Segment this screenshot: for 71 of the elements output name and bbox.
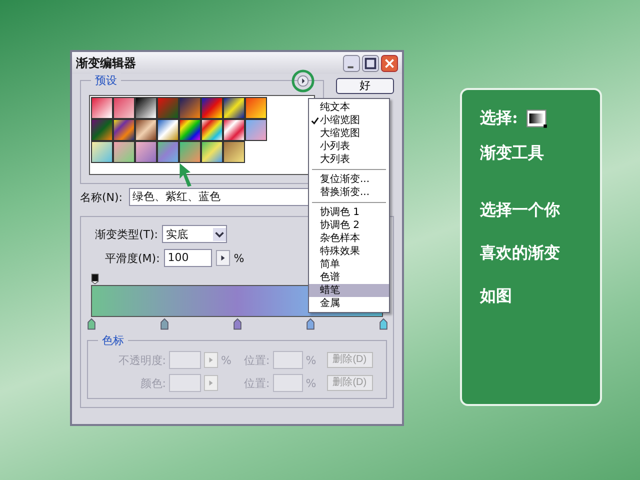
checkmark-icon (310, 116, 318, 124)
smoothness-field[interactable]: 100 (164, 249, 212, 267)
menu-item[interactable]: 小列表 (309, 140, 389, 153)
gradient-swatch[interactable] (135, 141, 157, 163)
gradient-type-dropdown[interactable]: 实底 (162, 225, 228, 243)
gradient-swatch[interactable] (223, 119, 245, 141)
color-stop-icon[interactable] (306, 318, 315, 330)
opacity-stop-icon[interactable] (91, 273, 99, 285)
gradient-swatch[interactable] (135, 119, 157, 141)
menu-item[interactable]: 复位渐变... (309, 173, 389, 186)
gradient-swatch[interactable] (157, 119, 179, 141)
gradient-type-label: 渐变类型(T): (95, 226, 158, 242)
highlight-circle (291, 69, 316, 93)
gradient-swatch[interactable] (179, 119, 201, 141)
gradient-swatch[interactable] (179, 97, 201, 119)
gradient-swatch[interactable] (113, 141, 135, 163)
menu-item[interactable]: 小缩览图 (309, 114, 389, 127)
position-label: 位置: (244, 376, 270, 390)
instruction-text: 喜欢的渐变 (480, 243, 561, 264)
menu-item[interactable]: 协调色 2 (309, 219, 389, 232)
gradient-swatch[interactable] (91, 97, 113, 119)
group-legend: 色标 (98, 333, 128, 348)
menu-item[interactable]: 大列表 (309, 153, 389, 166)
instruction-text: 如图 (480, 286, 513, 307)
menu-item[interactable]: 协调色 1 (309, 206, 389, 219)
gradient-swatch[interactable] (245, 97, 267, 119)
gradient-swatch[interactable] (157, 97, 179, 119)
gradient-swatch[interactable] (201, 141, 223, 163)
close-icon[interactable] (381, 54, 398, 72)
unit-label: % (221, 354, 232, 366)
gradient-swatch[interactable] (223, 97, 245, 119)
instruction-text: 选择一个你 (480, 200, 561, 221)
menu-item[interactable]: 杂色样本 (309, 232, 389, 245)
menu-item[interactable]: 纯文本 (309, 101, 389, 114)
menu-item[interactable]: 金属 (309, 297, 389, 310)
menu-item[interactable]: 色谱 (309, 271, 389, 284)
gradient-tool-icon (526, 108, 548, 128)
gradient-swatch[interactable] (157, 141, 179, 163)
color-stop-icon[interactable] (87, 318, 96, 330)
ok-button[interactable]: 好 (336, 78, 394, 94)
gradient-swatch[interactable] (113, 97, 135, 119)
gradient-swatch[interactable] (135, 97, 157, 119)
menu-item[interactable]: 大缩览图 (309, 127, 389, 140)
unit-label: % (306, 376, 318, 390)
instruction-text: 渐变工具 (480, 143, 545, 164)
gradient-swatch[interactable] (201, 97, 223, 119)
maximize-icon[interactable] (362, 54, 379, 72)
name-label: 名称(N): (80, 190, 123, 204)
menu-item[interactable]: 简单 (309, 258, 389, 271)
stop-property-label: 颜色: (139, 376, 166, 390)
window-title: 渐变编辑器 (76, 54, 136, 72)
gradient-swatch[interactable] (91, 119, 113, 141)
unit-label: % (306, 354, 318, 366)
instruction-text: 选择: (480, 108, 518, 129)
position-label: 位置: (244, 352, 270, 368)
gradient-swatch[interactable] (91, 141, 113, 163)
minimize-icon[interactable] (343, 54, 360, 72)
smoothness-label: 平滑度(M): (105, 250, 160, 266)
gradient-swatch[interactable] (245, 119, 267, 141)
menu-item[interactable]: 蜡笔 (309, 284, 389, 297)
gradient-swatch[interactable] (201, 119, 223, 141)
gradient-swatch[interactable] (179, 141, 201, 163)
menu-item[interactable]: 特殊效果 (309, 245, 389, 258)
color-stop-icon[interactable] (160, 318, 169, 330)
stop-property-label: 不透明度: (117, 352, 166, 368)
gradient-swatch[interactable] (113, 119, 135, 141)
gradient-swatch[interactable] (223, 141, 245, 163)
group-legend: 预设 (91, 73, 121, 88)
color-stop-icon[interactable] (379, 318, 388, 330)
percent-unit: % (234, 252, 244, 264)
color-stop-icon[interactable] (233, 318, 242, 330)
